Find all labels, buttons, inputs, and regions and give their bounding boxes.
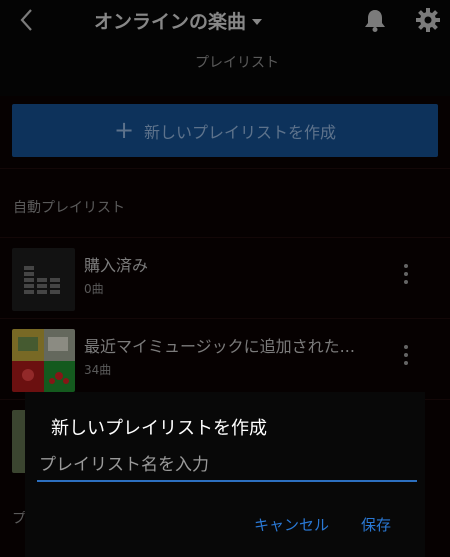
save-button[interactable]: 保存 [361,514,391,535]
create-playlist-dialog: 新しいプレイリストを作成 キャンセル 保存 [25,392,425,557]
cancel-button[interactable]: キャンセル [254,514,329,535]
dialog-title: 新しいプレイリストを作成 [51,418,267,439]
dialog-actions: キャンセル 保存 [254,514,391,535]
screen: オンラインの楽曲 プレイリスト + 新しいプレイリストを作成 自動プレイリスト … [0,0,450,557]
playlist-name-input[interactable] [37,450,417,482]
